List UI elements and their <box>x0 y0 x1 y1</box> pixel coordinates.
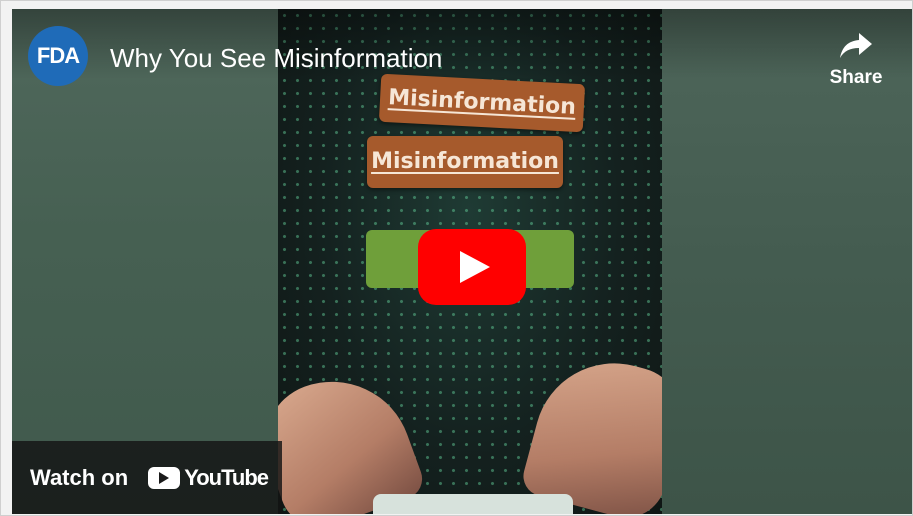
channel-avatar[interactable]: FDA <box>28 26 88 86</box>
watch-on-label: Watch on <box>30 464 129 490</box>
thumbnail-phone <box>373 494 573 514</box>
youtube-play-icon <box>148 466 181 489</box>
youtube-wordmark: YouTube <box>184 464 269 490</box>
share-arrow-icon <box>840 33 872 58</box>
watch-on-youtube-button[interactable]: Watch on YouTube <box>12 441 282 514</box>
play-button[interactable] <box>418 229 526 305</box>
thumbnail-tag-bottom: Misinformation <box>367 136 563 188</box>
youtube-logo: YouTube <box>148 464 269 491</box>
video-title[interactable]: Why You See Misinformation <box>110 43 442 74</box>
channel-avatar-text: FDA <box>36 43 80 68</box>
embed-frame: Misinformation Misinformation FDA Why Yo… <box>0 0 913 516</box>
youtube-player[interactable]: Misinformation Misinformation FDA Why Yo… <box>12 9 912 514</box>
share-button[interactable]: Share <box>824 31 888 103</box>
play-icon <box>460 251 490 283</box>
share-label: Share <box>829 67 883 88</box>
